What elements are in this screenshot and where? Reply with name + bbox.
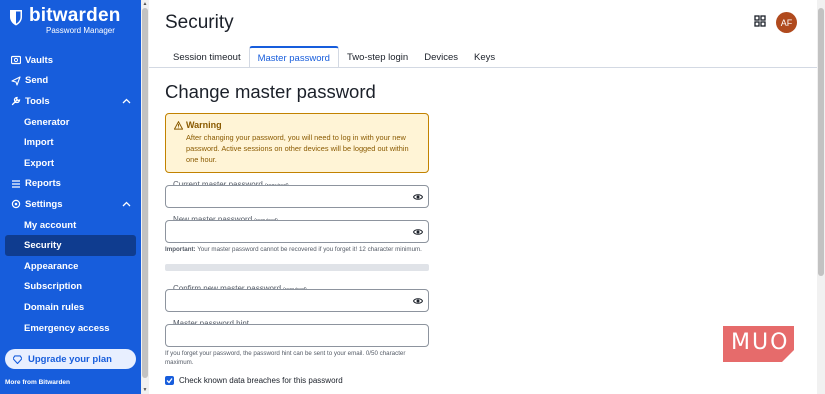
new-password-input[interactable]	[172, 225, 402, 239]
checkbox-checked-icon[interactable]	[165, 376, 174, 385]
current-password-input[interactable]	[172, 190, 402, 204]
chevron-up-icon[interactable]	[122, 200, 131, 209]
sidebar-item-label: Subscription	[24, 281, 83, 293]
sidebar-item-label: Appearance	[24, 260, 79, 272]
confirm-password-input[interactable]	[172, 294, 402, 308]
main-content: Security AF Session timeout Master passw…	[149, 0, 825, 394]
password-hint-field[interactable]	[165, 324, 429, 347]
sidebar-item-label: Emergency access	[24, 322, 110, 334]
sidebar-scrollbar[interactable]: ▲ ▼	[141, 0, 149, 394]
tab-devices[interactable]: Devices	[416, 46, 466, 68]
warning-callout: Warning After changing your password, yo…	[165, 113, 429, 173]
scrollbar-thumb[interactable]	[818, 8, 824, 276]
sidebar-item-label: Tools	[25, 95, 50, 107]
page-header: Security AF Session timeout Master passw…	[149, 0, 825, 68]
eye-icon[interactable]	[413, 296, 423, 306]
sidebar-item-label: My account	[24, 219, 77, 231]
logo-subtitle: Password Manager	[46, 26, 115, 35]
sidebar-item-reports[interactable]: Reports	[0, 174, 141, 195]
sidebar-item-label: Export	[24, 157, 55, 169]
eye-icon[interactable]	[413, 192, 423, 202]
sidebar-item-label: Generator	[24, 116, 70, 128]
shield-icon	[10, 10, 22, 26]
product-switcher-grid-icon[interactable]	[753, 14, 767, 28]
confirm-password-field[interactable]	[165, 289, 429, 312]
scroll-up-arrow-icon[interactable]: ▲	[142, 1, 148, 7]
bitwarden-logo[interactable]: bitwarden Password Manager	[9, 5, 129, 37]
tab-session-timeout[interactable]: Session timeout	[165, 46, 249, 68]
sidebar-item-appearance[interactable]: Appearance	[0, 256, 141, 277]
security-tabs: Session timeout Master password Two-step…	[165, 46, 503, 68]
tab-two-step-login[interactable]: Two-step login	[339, 46, 416, 68]
send-icon	[11, 76, 21, 86]
upgrade-plan-label: Upgrade your plan	[28, 353, 112, 365]
gear-icon	[11, 199, 21, 209]
diamond-icon	[13, 354, 22, 364]
avatar[interactable]: AF	[776, 12, 797, 33]
sidebar-item-subscription[interactable]: Subscription	[0, 277, 141, 298]
scroll-down-arrow-icon[interactable]: ▼	[142, 387, 148, 393]
scrollbar-thumb[interactable]	[142, 8, 148, 378]
sidebar-item-export[interactable]: Export	[0, 153, 141, 174]
eye-icon[interactable]	[413, 227, 423, 237]
warning-title: Warning	[186, 120, 222, 130]
tab-master-password[interactable]: Master password	[248, 46, 339, 68]
watermark-text: MUO	[731, 330, 790, 355]
warning-text: After changing your password, you will n…	[186, 133, 409, 164]
muo-watermark: MUO	[723, 326, 794, 362]
warning-triangle-icon	[174, 121, 183, 130]
sidebar-item-domain-rules[interactable]: Domain rules	[0, 297, 141, 318]
section-heading: Change master password	[165, 81, 376, 102]
breach-check-label: Check known data breaches for this passw…	[179, 376, 343, 385]
watermark-corner	[782, 350, 794, 362]
wrench-icon	[11, 96, 21, 106]
sidebar-item-label: Domain rules	[24, 301, 85, 313]
new-password-field[interactable]	[165, 220, 429, 243]
sidebar-item-send[interactable]: Send	[0, 71, 141, 92]
list-icon	[11, 179, 21, 189]
sidebar-item-label: Vaults	[25, 54, 53, 66]
sidebar-item-vaults[interactable]: Vaults	[0, 50, 141, 71]
sidebar-item-label: Import	[24, 137, 54, 149]
sidebar-item-label: Reports	[25, 178, 61, 190]
sidebar: bitwarden Password Manager Vaults Send T…	[0, 0, 141, 394]
sidebar-item-tools[interactable]: Tools	[0, 91, 141, 112]
password-hint-input[interactable]	[172, 329, 402, 343]
sidebar-item-import[interactable]: Import	[0, 132, 141, 153]
password-strength-meter	[165, 264, 429, 271]
sidebar-item-label: Settings	[25, 198, 63, 210]
sidebar-item-settings[interactable]: Settings	[0, 194, 141, 215]
sidebar-item-my-account[interactable]: My account	[0, 215, 141, 236]
breach-check-checkbox[interactable]: Check known data breaches for this passw…	[165, 376, 343, 385]
sidebar-item-label: Security	[24, 240, 62, 252]
tab-keys[interactable]: Keys	[466, 46, 503, 68]
current-password-field[interactable]	[165, 185, 429, 208]
sidebar-nav: Vaults Send Tools Generator Import Expor…	[0, 50, 141, 338]
sidebar-item-generator[interactable]: Generator	[0, 112, 141, 133]
logo-wordmark: bitwarden	[29, 5, 121, 26]
sidebar-item-security[interactable]: Security	[5, 235, 136, 256]
password-hint-help: If you forget your password, the passwor…	[165, 350, 406, 366]
more-from-bitwarden-link[interactable]: More from Bitwarden	[5, 379, 70, 386]
upgrade-plan-button[interactable]: Upgrade your plan	[5, 349, 136, 369]
sidebar-item-emergency-access[interactable]: Emergency access	[0, 318, 141, 339]
page-scrollbar[interactable]	[817, 0, 825, 394]
sidebar-item-label: Send	[25, 75, 49, 87]
chevron-up-icon[interactable]	[122, 97, 131, 106]
vault-icon	[11, 55, 21, 65]
page-title: Security	[165, 12, 234, 33]
new-password-hint: Important: Your master password cannot b…	[165, 246, 422, 253]
